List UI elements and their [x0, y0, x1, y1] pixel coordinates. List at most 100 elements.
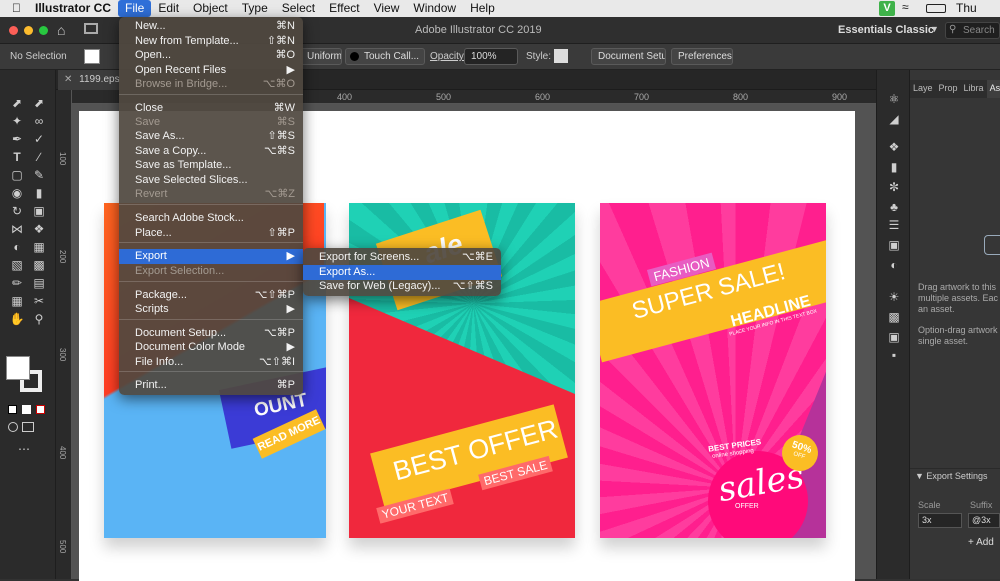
- add-scale-button[interactable]: + Add: [968, 537, 994, 548]
- style-swatch[interactable]: [554, 49, 568, 63]
- appearance-icon[interactable]: ☀: [884, 288, 904, 306]
- pen-tool-icon[interactable]: ✒: [8, 130, 26, 148]
- menu-file[interactable]: File: [118, 0, 152, 17]
- rectangle-tool-icon[interactable]: ▢: [8, 166, 26, 184]
- battery-icon[interactable]: [926, 4, 946, 13]
- menu-item-new[interactable]: New... ⌘N: [119, 19, 303, 34]
- suffix-input[interactable]: @3x: [968, 513, 1000, 528]
- gradient-tool-icon[interactable]: ▩: [30, 256, 48, 274]
- menu-item-browse-in-bridge[interactable]: Browse in Bridge... ⌥⌘O: [119, 77, 303, 92]
- menu-item-open[interactable]: Open... ⌘O: [119, 48, 303, 63]
- type-tool-icon[interactable]: T: [8, 148, 26, 166]
- transform-icon[interactable]: ❖: [884, 138, 904, 156]
- color-icon[interactable]: [22, 405, 31, 414]
- document-setup-button[interactable]: Document Setup: [591, 48, 666, 65]
- menu-item-document-setup[interactable]: Document Setup... ⌥⌘P: [119, 326, 303, 341]
- eyedropper-icon[interactable]: ✏: [8, 274, 26, 292]
- image-trace-icon[interactable]: ⚛: [884, 90, 904, 108]
- tab-asset-export[interactable]: Ass: [986, 80, 1000, 98]
- brush-dropdown[interactable]: Touch Call...: [345, 48, 425, 65]
- menu-item-package[interactable]: Package... ⌥⇧⌘P: [119, 288, 303, 303]
- menu-item-export-as[interactable]: Export As...: [303, 265, 501, 280]
- symbols-icon[interactable]: ♣: [884, 198, 904, 216]
- menu-edit[interactable]: Edit: [151, 0, 186, 17]
- line-tool-icon[interactable]: ∕: [30, 148, 48, 166]
- app-menu[interactable]: Illustrator CC: [28, 0, 118, 17]
- menu-item-save-for-web-legacy[interactable]: Save for Web (Legacy)... ⌥⇧⌘S: [303, 279, 501, 294]
- tab-libraries[interactable]: Libra: [961, 80, 987, 98]
- menu-item-place[interactable]: Place... ⇧⌘P: [119, 226, 303, 241]
- poster-super-sale[interactable]: FASHION SUPER SALE! HEADLINE PLACE YOUR …: [600, 203, 826, 538]
- brushes-icon[interactable]: ✼: [884, 178, 904, 196]
- fill-swatch[interactable]: [84, 49, 100, 64]
- home-icon[interactable]: ⌂: [57, 22, 65, 38]
- menu-item-scripts[interactable]: Scripts ▶: [119, 302, 303, 317]
- fill-color-box[interactable]: [6, 356, 30, 380]
- arrange-documents-icon[interactable]: [84, 23, 98, 34]
- paintbrush-icon[interactable]: ✎: [30, 166, 48, 184]
- pathfinder-icon[interactable]: ▪: [884, 346, 904, 364]
- minimize-window-icon[interactable]: [24, 26, 33, 35]
- menu-item-export-for-screens[interactable]: Export for Screens... ⌥⌘E: [303, 250, 501, 265]
- uniform-profile-dropdown[interactable]: Uniform: [300, 48, 342, 65]
- menu-item-export-selection[interactable]: Export Selection...: [119, 264, 303, 279]
- width-tool-icon[interactable]: ⋈: [8, 220, 26, 238]
- opacity-input[interactable]: 100%: [464, 48, 518, 65]
- rotate-tool-icon[interactable]: ↻: [8, 202, 26, 220]
- artboard-tool-icon[interactable]: ▦: [8, 292, 26, 310]
- edit-toolbar-icon[interactable]: ⋯: [18, 442, 30, 456]
- menu-object[interactable]: Object: [186, 0, 235, 17]
- hand-tool-icon[interactable]: ✋: [8, 310, 26, 328]
- vertical-ruler[interactable]: 100 200 300 400 500: [56, 90, 72, 579]
- search-input[interactable]: ⚲ Search: [945, 22, 1000, 39]
- align-icon[interactable]: ▮: [884, 158, 904, 176]
- magic-wand-icon[interactable]: ✦: [8, 112, 26, 130]
- lasso-icon[interactable]: ∞: [30, 112, 48, 130]
- menu-item-save-a-copy[interactable]: Save a Copy... ⌥⌘S: [119, 144, 303, 159]
- menu-item-file-info[interactable]: File Info... ⌥⇧⌘I: [119, 355, 303, 370]
- blob-brush-icon[interactable]: ◉: [8, 184, 26, 202]
- puppet-warp-icon[interactable]: ❖: [30, 220, 48, 238]
- zoom-window-icon[interactable]: [39, 26, 48, 35]
- preferences-button[interactable]: Preferences: [671, 48, 733, 65]
- graph-tool-icon[interactable]: ▤: [30, 274, 48, 292]
- none-icon[interactable]: [36, 405, 45, 414]
- stroke-icon[interactable]: ☰: [884, 216, 904, 234]
- artboards-icon[interactable]: ▣: [884, 328, 904, 346]
- menu-effect[interactable]: Effect: [322, 0, 366, 17]
- close-window-icon[interactable]: [9, 26, 18, 35]
- default-colors-icon[interactable]: [8, 405, 17, 414]
- workspace-switcher[interactable]: Essentials Classic: [838, 24, 934, 36]
- tab-layers[interactable]: Laye: [910, 80, 936, 98]
- gradient-icon[interactable]: ▣: [884, 236, 904, 254]
- zoom-tool-icon[interactable]: ⚲: [30, 310, 48, 328]
- menu-item-save-as-template[interactable]: Save as Template...: [119, 158, 303, 173]
- menu-item-save-as[interactable]: Save As... ⇧⌘S: [119, 129, 303, 144]
- slice-tool-icon[interactable]: ✂: [30, 292, 48, 310]
- shape-builder-icon[interactable]: ◐: [8, 238, 26, 256]
- graphic-styles-icon[interactable]: ◢: [884, 110, 904, 128]
- menu-window[interactable]: Window: [406, 0, 463, 17]
- layers-icon[interactable]: ▩: [884, 308, 904, 326]
- menu-item-document-color-mode[interactable]: Document Color Mode ▶: [119, 340, 303, 355]
- export-settings-header[interactable]: ▼ Export Settings: [910, 468, 1000, 482]
- apple-icon[interactable]: : [0, 0, 28, 17]
- opacity-label[interactable]: Opacity:: [430, 51, 467, 62]
- menu-item-open-recent-files[interactable]: Open Recent Files ▶: [119, 63, 303, 78]
- menu-item-new-from-template[interactable]: New from Template... ⇧⌘N: [119, 34, 303, 49]
- scale-dropdown[interactable]: 3x: [918, 513, 962, 528]
- wifi-icon[interactable]: ≈: [902, 0, 909, 14]
- draw-mode-icon[interactable]: [8, 422, 18, 432]
- menu-item-save-selected-slices[interactable]: Save Selected Slices...: [119, 173, 303, 188]
- menu-item-close[interactable]: Close ⌘W: [119, 101, 303, 116]
- screen-mode-icon[interactable]: [22, 422, 34, 432]
- direct-selection-tool-icon[interactable]: ⬈: [30, 94, 48, 112]
- menu-type[interactable]: Type: [235, 0, 275, 17]
- close-tab-icon[interactable]: ✕: [64, 74, 72, 85]
- selection-tool-icon[interactable]: ⬈: [8, 94, 26, 112]
- mesh-tool-icon[interactable]: ▧: [8, 256, 26, 274]
- menu-item-revert[interactable]: Revert ⌥⌘Z: [119, 187, 303, 202]
- chevron-down-icon[interactable]: ▼: [930, 24, 939, 34]
- menu-item-print[interactable]: Print... ⌘P: [119, 378, 303, 393]
- scale-tool-icon[interactable]: ▣: [30, 202, 48, 220]
